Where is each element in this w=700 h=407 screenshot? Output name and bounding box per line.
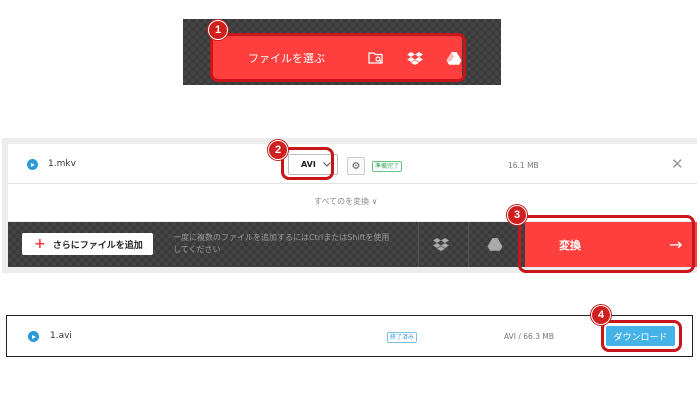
close-icon[interactable]: ✕ [671, 157, 684, 172]
play-icon[interactable] [28, 331, 39, 342]
divider [418, 222, 419, 267]
dropbox-icon[interactable] [432, 235, 450, 253]
status-badge: 準備完了 [372, 161, 403, 172]
google-drive-icon[interactable] [445, 49, 462, 67]
convert-all-link[interactable]: すべてのを変換 ∨ [314, 196, 378, 207]
file-size: 16.1 MB [508, 161, 539, 170]
play-icon[interactable] [27, 159, 38, 170]
file-name: 1.mkv [48, 159, 76, 169]
file-row: 1.mkv AVI ⚙ 準備完了 16.1 MB ✕ [8, 144, 697, 184]
result-row: 1.avi 終了済み AVI / 66.3 MB ダウンロード [6, 315, 693, 357]
step1-badge: 1 [208, 20, 228, 40]
file-info: AVI / 66.3 MB [504, 332, 554, 341]
dropbox-icon[interactable] [406, 49, 423, 67]
convert-button[interactable]: 変換 → [525, 222, 697, 267]
download-button[interactable]: ダウンロード [606, 326, 675, 346]
add-more-files-label: さらにファイルを追加 [52, 240, 143, 251]
google-drive-icon[interactable] [486, 235, 504, 253]
status-badge: 終了済み [387, 332, 418, 343]
action-bar: + さらにファイルを追加 一度に複数のファイルを追加するにはCtrlまたはShi… [8, 222, 697, 267]
step4-badge: 4 [591, 305, 611, 325]
file-name: 1.avi [50, 331, 72, 341]
folder-search-icon[interactable] [367, 49, 384, 67]
gear-icon[interactable]: ⚙ [347, 157, 365, 175]
plus-icon: + [34, 236, 46, 252]
upload-panel: ファイルを選ぶ [183, 19, 501, 85]
convert-label: 変換 [559, 238, 581, 252]
step3-badge: 3 [507, 205, 527, 225]
multi-select-hint: 一度に複数のファイルを追加するにはCtrlまたはShiftを使用してください [173, 233, 390, 254]
chevron-down-icon [323, 162, 331, 167]
converter-panel: 1.mkv AVI ⚙ 準備完了 16.1 MB ✕ すべてのを変換 ∨ + さ… [2, 138, 697, 273]
divider [468, 222, 469, 267]
convert-all-row: すべてのを変換 ∨ [8, 184, 697, 221]
format-select[interactable]: AVI [288, 154, 338, 175]
add-more-files-button[interactable]: + さらにファイルを追加 [22, 233, 153, 255]
choose-file-button[interactable]: ファイルを選ぶ [213, 34, 462, 81]
choose-file-label: ファイルを選ぶ [248, 51, 325, 65]
format-value: AVI [301, 160, 316, 169]
arrow-right-icon: → [669, 235, 683, 254]
step2-badge: 2 [268, 140, 288, 160]
